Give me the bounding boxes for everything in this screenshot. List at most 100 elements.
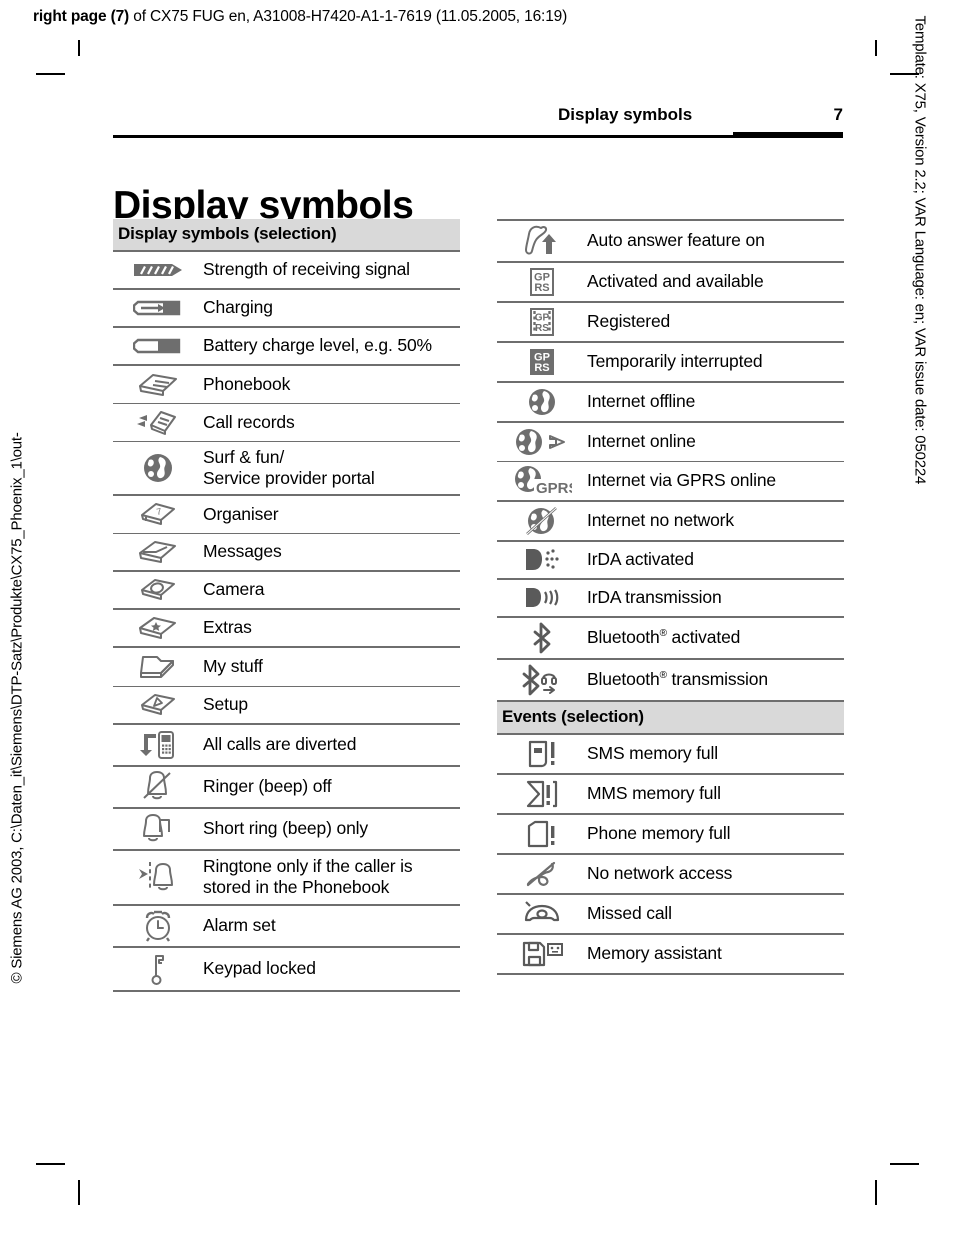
call-records-icon xyxy=(113,405,203,441)
row-label: SMS memory full xyxy=(587,743,718,764)
row-label-text: Bluetooth xyxy=(587,627,660,648)
row-label: Ringtone only if the caller is stored in… xyxy=(203,851,413,903)
row-label: Phonebook xyxy=(203,373,291,394)
gprs-interrupted-icon: GP RS xyxy=(497,343,587,381)
svg-text:GP: GP xyxy=(535,313,550,324)
table-row: 7 Organiser xyxy=(113,496,460,535)
mms-memory-full-icon xyxy=(497,775,587,813)
table-row: Charging xyxy=(113,290,460,328)
gprs-available-icon: GP RS xyxy=(497,263,587,301)
crop-mark-top-left-vertical xyxy=(78,40,80,56)
ringer-off-icon xyxy=(113,767,203,807)
internet-gprs-icon: GPRS xyxy=(497,462,587,500)
table-row: GP RS Activated and available xyxy=(497,263,844,303)
display-symbols-table: Display symbols (selection) Strength of … xyxy=(113,219,460,992)
memory-assistant-icon xyxy=(497,935,587,973)
internet-no-network-icon xyxy=(497,502,587,540)
camera-icon xyxy=(113,572,203,608)
call-divert-icon xyxy=(113,725,203,765)
row-label: Setup xyxy=(203,694,248,715)
ringtone-phonebook-icon xyxy=(113,856,203,898)
row-label: Memory assistant xyxy=(587,943,722,964)
organiser-icon: 7 xyxy=(113,497,203,533)
table-row: Extras xyxy=(113,610,460,649)
table-row: Strength of receiving signal xyxy=(113,252,460,290)
phonebook-icon xyxy=(113,367,203,403)
battery-charging-icon xyxy=(113,295,203,321)
internet-online-icon xyxy=(497,423,587,461)
crop-mark-bottom-left-vertical xyxy=(78,1180,80,1205)
table-row: Battery charge level, e.g. 50% xyxy=(113,328,460,366)
table-row: Ringtone only if the caller is stored in… xyxy=(113,851,460,906)
row-label: Organiser xyxy=(203,503,279,524)
running-head-title: Display symbols xyxy=(558,105,693,124)
table-row: GPRS Internet via GPRS online xyxy=(497,462,844,502)
signal-strength-icon xyxy=(113,257,203,283)
row-label: Internet via GPRS online xyxy=(587,470,777,491)
row-label: Activated and available xyxy=(587,271,764,292)
row-label: Internet no network xyxy=(587,510,734,531)
svg-text:RS: RS xyxy=(535,323,549,334)
table-row: Alarm set xyxy=(113,906,460,948)
running-head-rule xyxy=(113,135,733,138)
row-label: Call records xyxy=(203,411,295,432)
row-label: Short ring (beep) only xyxy=(203,818,368,839)
svg-text:RS: RS xyxy=(534,362,549,374)
row-label-text: Bluetooth xyxy=(587,669,660,690)
irda-activated-icon xyxy=(497,542,587,578)
row-label: Internet offline xyxy=(587,391,696,412)
copyright-side-text: © Siemens AG 2003, C:\Daten_it\Siemens\D… xyxy=(8,432,26,984)
table-row: Short ring (beep) only xyxy=(113,809,460,852)
table-row: Phone memory full xyxy=(497,815,844,855)
row-label-line1: Surf & fun/ xyxy=(203,447,285,467)
page-number: 7 xyxy=(833,105,843,124)
table-row: Internet offline xyxy=(497,383,844,423)
table-row: Ringer (beep) off xyxy=(113,767,460,810)
table-row: Missed call xyxy=(497,895,844,935)
bluetooth-transmission-icon xyxy=(497,660,587,700)
row-label: Auto answer feature on xyxy=(587,230,765,251)
table-row: Messages xyxy=(113,534,460,573)
row-label: All calls are diverted xyxy=(203,734,357,755)
row-label-tail: transmission xyxy=(666,669,769,690)
svg-text:GPRS: GPRS xyxy=(536,480,572,497)
bluetooth-activated-icon xyxy=(497,618,587,658)
table-row: IrDA activated xyxy=(497,542,844,580)
table-row: SMS memory full xyxy=(497,735,844,775)
row-label: Keypad locked xyxy=(203,957,316,978)
svg-text:7: 7 xyxy=(156,506,163,517)
table-row: Keypad locked xyxy=(113,948,460,992)
row-label-tail: activated xyxy=(666,627,741,648)
row-label: Extras xyxy=(203,617,252,638)
setup-icon xyxy=(113,687,203,723)
row-label: My stuff xyxy=(203,656,263,677)
table-row: No network access xyxy=(497,855,844,895)
gprs-registered-icon: GP RS xyxy=(497,303,587,341)
crop-mark-top-left-horizontal xyxy=(36,73,65,75)
table-row: Camera xyxy=(113,572,460,611)
table-row: GP RS Temporarily interrupted xyxy=(497,343,844,383)
missed-call-icon xyxy=(497,895,587,933)
section-header-events: Events (selection) xyxy=(497,702,844,735)
table-row: Auto answer feature on xyxy=(497,219,844,263)
crop-mark-bottom-right-horizontal xyxy=(890,1163,919,1166)
table-row: My stuff xyxy=(113,648,460,688)
row-label: Internet online xyxy=(587,431,696,452)
table-row: Surf & fun/ Service provider portal xyxy=(113,442,460,497)
row-label: Missed call xyxy=(587,903,672,924)
section-header-display-symbols: Display symbols (selection) xyxy=(113,219,460,252)
row-label: Phone memory full xyxy=(587,823,731,844)
row-label-line2: Service provider portal xyxy=(203,467,375,488)
document-header: right page (7) of CX75 FUG en, A31008-H7… xyxy=(33,8,567,26)
alarm-clock-icon xyxy=(113,906,203,946)
crop-mark-top-right-vertical xyxy=(875,40,877,56)
internet-offline-icon xyxy=(497,383,587,421)
status-symbols-table: Auto answer feature on GP RS Activated a… xyxy=(497,219,844,975)
running-head: Display symbols 7 xyxy=(558,105,843,125)
registered-mark: ® xyxy=(659,628,667,640)
document-header-bold: right page (7) xyxy=(33,8,130,25)
irda-transmission-icon xyxy=(497,580,587,616)
row-label: Bluetooth® transmission xyxy=(587,664,768,696)
table-row: Internet no network xyxy=(497,502,844,542)
table-row: MMS memory full xyxy=(497,775,844,815)
